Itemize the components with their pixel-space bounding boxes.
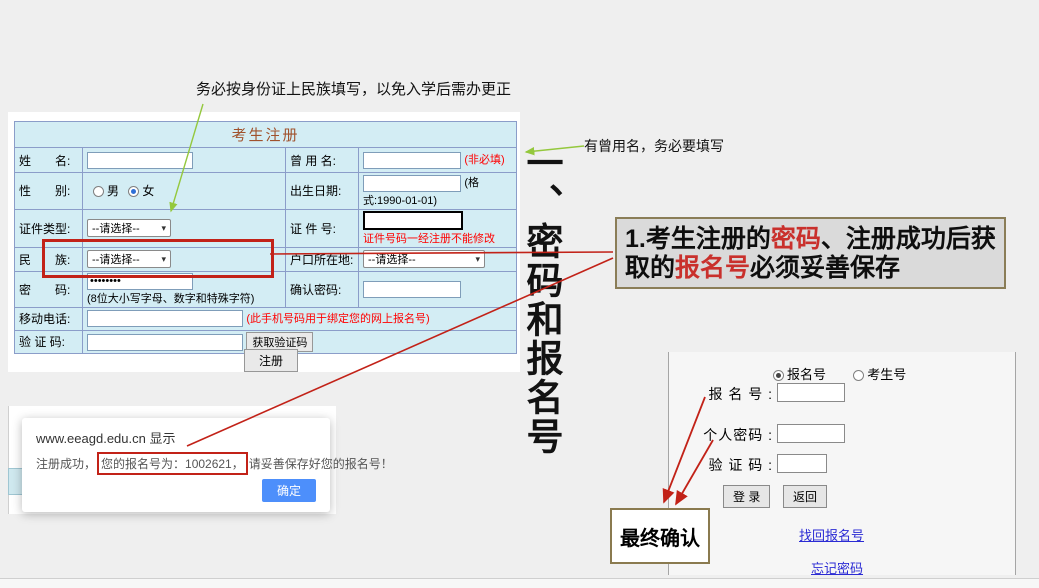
captcha-label: 验 证 码: (15, 330, 83, 353)
final-confirm-box: 最终确认 (610, 508, 710, 564)
login-regno-input[interactable] (777, 383, 845, 402)
register-button[interactable]: 注册 (244, 349, 298, 372)
gender-female-label: 女 (142, 184, 154, 198)
login-password-input[interactable] (777, 424, 845, 443)
bottom-strip (0, 578, 1039, 588)
rule-line-1: 1.考生注册的密码、注册成功后获 (625, 225, 1002, 254)
regno-highlight-rect: 您的报名号为：1002621， (97, 452, 248, 475)
regno-radio[interactable] (773, 370, 784, 381)
password-highlight-rect (42, 239, 274, 278)
registration-form: 考生注册 姓 名: 曾 用 名: (非必填) 性 别: 男 女 出生日期: (格… (14, 121, 517, 354)
residence-label: 户口所在地: (286, 247, 359, 271)
rule-line-2: 取的报名号必须妥善保存 (625, 254, 1002, 283)
regno-radio-label: 报名号 (787, 367, 826, 382)
name-label: 姓 名: (15, 148, 83, 173)
gender-male-label: 男 (107, 184, 119, 198)
login-regno-label: 报 名 号 : (697, 384, 773, 404)
confirm-label: 确认密码: (286, 271, 359, 307)
former-name-note-annotation: 有曾用名，务必要填写 (584, 136, 724, 156)
captcha-input[interactable] (87, 334, 243, 351)
birth-input[interactable] (363, 175, 461, 192)
login-type-radios: 报名号 考生号 (767, 364, 906, 383)
form-title: 考生注册 (15, 122, 517, 148)
confirm-password-input[interactable] (363, 281, 461, 298)
login-captcha-input[interactable] (777, 454, 827, 473)
former-name-note: (非必填) (464, 154, 504, 166)
login-password-label: 个人密码 : (697, 425, 773, 445)
gender-female-radio[interactable] (128, 186, 139, 197)
password-note: (8位大小写字母、数字和特殊字符) (87, 293, 254, 305)
id-no-label: 证 件 号: (286, 209, 359, 247)
examno-radio[interactable] (853, 370, 864, 381)
ethnicity-note: 务必按身份证上民族填写，以免入学后需办更正 (196, 78, 511, 99)
dialog-message: 注册成功，您的报名号为：1002621，请妥善保存好您的报名号！ (36, 452, 393, 475)
name-input[interactable] (87, 152, 193, 169)
browser-alert-dialog: www.eeagd.edu.cn 显示 注册成功，您的报名号为：1002621，… (22, 418, 330, 512)
back-button[interactable]: 返回 (783, 485, 827, 508)
tutorial-page: 务必按身份证上民族填写，以免入学后需办更正 考生注册 姓 名: 曾 用 名: (… (0, 0, 1039, 588)
id-no-input[interactable] (363, 211, 463, 230)
examno-radio-label: 考生号 (867, 367, 906, 382)
rule-highlight-box: 1.考生注册的密码、注册成功后获 取的报名号必须妥善保存 (615, 217, 1006, 289)
mobile-note: (此手机号码用于绑定您的网上报名号) (246, 313, 429, 325)
residence-select[interactable]: --请选择-- ▾ (363, 250, 485, 268)
login-captcha-label: 验 证 码 : (697, 455, 773, 475)
gender-male-radio[interactable] (93, 186, 104, 197)
mobile-input[interactable] (87, 310, 243, 327)
birth-label: 出生日期: (286, 173, 359, 210)
ok-button[interactable]: 确定 (262, 479, 316, 502)
login-button[interactable]: 登 录 (723, 485, 770, 508)
chevron-down-icon: ▾ (161, 223, 166, 234)
id-no-note: 证件号码一经注册不能修改 (363, 233, 495, 245)
former-name-label: 曾 用 名: (286, 148, 359, 173)
dialog-title: www.eeagd.edu.cn 显示 (36, 428, 175, 447)
find-regno-link[interactable]: 找回报名号 (799, 525, 864, 544)
former-name-input[interactable] (363, 152, 461, 169)
chevron-down-icon: ▾ (475, 254, 480, 265)
id-type-select[interactable]: --请选择-- ▾ (87, 219, 171, 237)
forgot-password-link[interactable]: 忘记密码 (811, 558, 863, 577)
section-vertical-title: 一、密码和报名号 (517, 144, 565, 456)
mobile-label: 移动电话: (15, 307, 83, 330)
gender-label: 性 别: (15, 173, 83, 210)
